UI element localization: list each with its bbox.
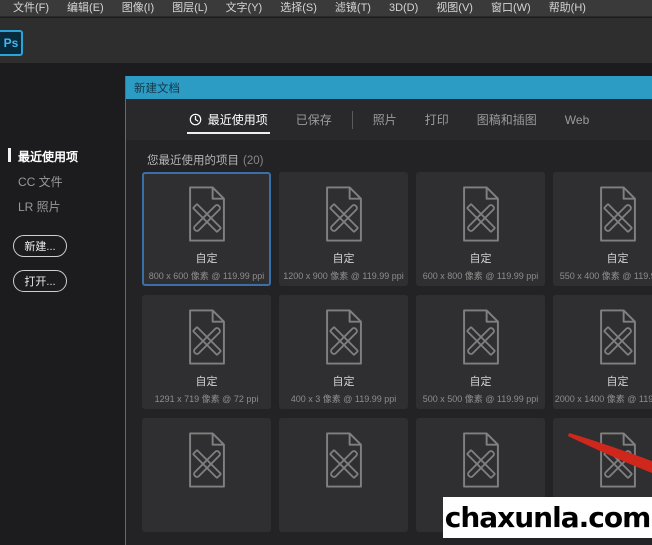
photoshop-logo-text: Ps [3, 36, 19, 50]
template-spec: 600 x 800 像素 @ 119.99 ppi [422, 271, 539, 281]
template-name: 自定 [195, 376, 218, 388]
clock-icon [189, 113, 202, 126]
start-screen-sidebar: 最近使用项 CC 文件 LR 照片 [0, 144, 125, 219]
menu-item-视图[interactable]: 视图(V) [427, 0, 482, 16]
template-name: 自定 [195, 253, 218, 265]
dialog-tabbar: 最近使用项 已保存 照片 打印 图稿和插图 Web [126, 99, 652, 140]
template-spec: 800 x 600 像素 @ 119.99 ppi [148, 271, 265, 281]
sidebar-item-label: LR 照片 [18, 200, 61, 214]
sidebar-item-LR 照片[interactable]: LR 照片 [0, 194, 125, 219]
tab-label: 照片 [372, 113, 397, 127]
template-card[interactable]: 自定 500 x 500 像素 @ 119.99 ppi [416, 295, 545, 409]
template-card[interactable]: 自定 800 x 600 像素 @ 119.99 ppi [142, 172, 271, 286]
menu-bar: 文件(F) 编辑(E) 图像(I) 图层(L) 文字(Y) 选择(S) 滤镜(T) 3D(D)… [0, 0, 652, 17]
template-card[interactable]: 自定 600 x 800 像素 @ 119.99 ppi [416, 172, 545, 286]
menu-item-选择[interactable]: 选择(S) [271, 0, 326, 16]
app-header-strip [0, 18, 652, 63]
template-name: 自定 [332, 376, 355, 388]
tab-label: 图稿和插图 [476, 113, 537, 127]
menu-item-图层[interactable]: 图层(L) [163, 0, 216, 16]
menu-item-帮助[interactable]: 帮助(H) [540, 0, 595, 16]
menu-item-3D[interactable]: 3D(D) [380, 0, 427, 16]
template-spec: 1291 x 719 像素 @ 72 ppi [154, 394, 259, 404]
recent-items-count: (20) [243, 155, 264, 167]
tab-图稿和插图[interactable]: 图稿和插图 [463, 99, 551, 140]
dialog-titlebar[interactable]: 新建文档 [126, 76, 652, 99]
recent-items-heading-text: 您最近使用的项目 [147, 155, 239, 167]
custom-document-icon [599, 432, 636, 488]
template-card[interactable] [279, 418, 408, 532]
template-name: 自定 [469, 253, 492, 265]
template-card[interactable]: 自定 2000 x 1400 像素 @ 119.99 ppi [553, 295, 652, 409]
menu-item-文件[interactable]: 文件(F) [4, 0, 58, 16]
tab-已保存[interactable]: 已保存 [282, 99, 346, 140]
menu-item-文字[interactable]: 文字(Y) [217, 0, 272, 16]
template-card[interactable]: 自定 550 x 400 像素 @ 119.99 ppi [553, 172, 652, 286]
watermark-text: chaxunla.com [444, 501, 651, 534]
tab-divider [351, 110, 353, 129]
template-name: 自定 [469, 376, 492, 388]
menu-item-编辑[interactable]: 编辑(E) [58, 0, 113, 16]
template-spec: 1200 x 900 像素 @ 119.99 ppi [283, 271, 404, 281]
recent-items-heading: 您最近使用的项目 (20) [147, 152, 263, 168]
template-name: 自定 [606, 376, 629, 388]
open-button[interactable]: 打开... [13, 270, 67, 292]
template-card[interactable]: 自定 400 x 3 像素 @ 119.99 ppi [279, 295, 408, 409]
template-grid: 自定 800 x 600 像素 @ 119.99 ppi 自定 1200 x 900… [142, 172, 652, 532]
template-name: 自定 [606, 253, 629, 265]
custom-document-icon [599, 309, 636, 365]
custom-document-icon [325, 186, 362, 242]
template-card[interactable]: 自定 1200 x 900 像素 @ 119.99 ppi [279, 172, 408, 286]
template-name: 自定 [332, 253, 355, 265]
tab-打印[interactable]: 打印 [411, 99, 463, 140]
custom-document-icon [325, 309, 362, 365]
tab-label: 打印 [424, 113, 449, 127]
tab-label: 最近使用项 [207, 113, 268, 127]
new-button[interactable]: 新建... [13, 235, 67, 257]
tab-照片[interactable]: 照片 [359, 99, 411, 140]
tab-label: 已保存 [295, 113, 332, 127]
template-spec: 550 x 400 像素 @ 119.99 ppi [559, 271, 652, 281]
menu-item-滤镜[interactable]: 滤镜(T) [326, 0, 380, 16]
new-document-dialog: 新建文档 最近使用项 已保存 照片 打印 图稿和插图 Web 您最近使用的项目 (20) 自… [125, 76, 652, 545]
custom-document-icon [188, 432, 225, 488]
custom-document-icon [462, 309, 499, 365]
custom-document-icon [462, 432, 499, 488]
watermark: chaxunla.com [443, 497, 652, 538]
sidebar-item-最近使用项[interactable]: 最近使用项 [0, 144, 125, 169]
template-card[interactable] [142, 418, 271, 532]
custom-document-icon [599, 186, 636, 242]
tab-label: Web [564, 112, 590, 127]
template-card[interactable]: 自定 1291 x 719 像素 @ 72 ppi [142, 295, 271, 409]
template-spec: 400 x 3 像素 @ 119.99 ppi [290, 394, 397, 404]
sidebar-item-CC 文件[interactable]: CC 文件 [0, 169, 125, 194]
custom-document-icon [325, 432, 362, 488]
menu-item-窗口[interactable]: 窗口(W) [482, 0, 540, 16]
photoshop-logo: Ps [0, 30, 23, 56]
active-indicator [8, 148, 11, 162]
custom-document-icon [188, 309, 225, 365]
dialog-content: 您最近使用的项目 (20) 自定 800 x 600 像素 @ 119.99 ppi… [126, 140, 652, 545]
menu-item-图像[interactable]: 图像(I) [113, 0, 163, 16]
sidebar-item-label: 最近使用项 [18, 150, 79, 164]
template-spec: 500 x 500 像素 @ 119.99 ppi [422, 394, 539, 404]
dialog-title: 新建文档 [134, 82, 180, 95]
tab-最近使用项[interactable]: 最近使用项 [175, 99, 282, 140]
tab-Web[interactable]: Web [551, 99, 603, 140]
sidebar-item-label: CC 文件 [18, 175, 63, 189]
custom-document-icon [188, 186, 225, 242]
template-spec: 2000 x 1400 像素 @ 119.99 ppi [554, 394, 652, 404]
custom-document-icon [462, 186, 499, 242]
